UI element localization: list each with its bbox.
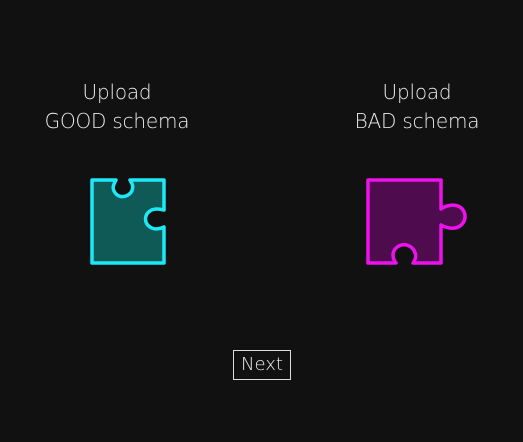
- upload-good-schema-button[interactable]: Upload GOOD schema: [17, 78, 217, 136]
- upload-good-line2: GOOD schema: [44, 109, 190, 133]
- upload-bad-schema-button[interactable]: Upload BAD schema: [317, 78, 517, 136]
- upload-good-schema-label: Upload GOOD schema: [17, 78, 217, 136]
- upload-bad-schema-label: Upload BAD schema: [317, 78, 517, 136]
- bad-schema-puzzle-icon[interactable]: [366, 178, 470, 268]
- next-button[interactable]: Next: [233, 350, 291, 380]
- good-schema-puzzle-icon[interactable]: [90, 178, 168, 266]
- upload-bad-line2: BAD schema: [354, 109, 480, 133]
- upload-good-line1: Upload: [82, 80, 152, 104]
- upload-bad-line1: Upload: [382, 80, 452, 104]
